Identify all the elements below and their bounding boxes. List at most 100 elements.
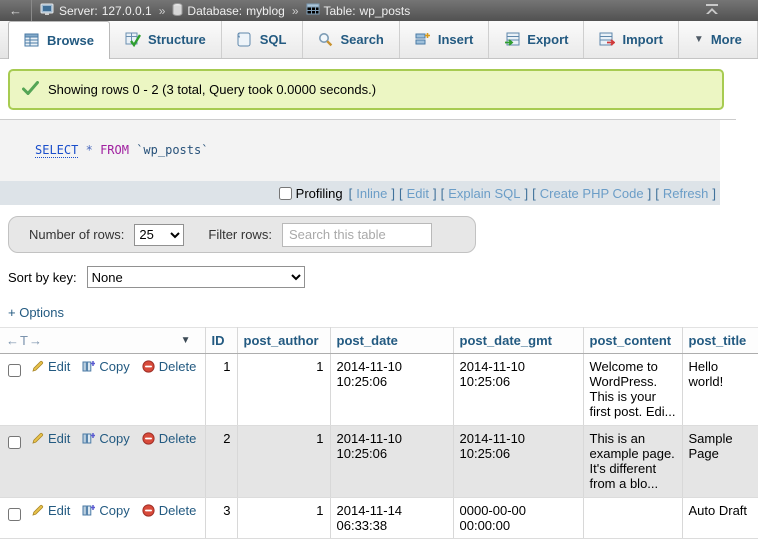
tab-insert[interactable]: Insert	[400, 21, 489, 58]
cell-post-author: 1	[237, 498, 330, 539]
server-link[interactable]: 127.0.0.1	[102, 4, 152, 18]
explain-sql-link[interactable]: Explain SQL	[448, 186, 520, 201]
edit-row-link[interactable]: Edit	[31, 503, 70, 518]
sort-by-key-select[interactable]: None	[87, 266, 305, 288]
copy-row-link[interactable]: Copy	[82, 359, 129, 374]
tab-more[interactable]: ▼ More	[679, 21, 758, 58]
sql-table-identifier: `wp_posts`	[136, 143, 208, 157]
cell-post-author: 1	[237, 426, 330, 498]
bracket: ]	[525, 186, 529, 201]
tab-browse[interactable]: Browse	[8, 21, 110, 59]
cell-id: 1	[205, 354, 237, 426]
sort-caret-icon[interactable]: ▼	[181, 335, 191, 346]
copy-icon	[82, 360, 95, 373]
tab-more-label: More	[711, 32, 742, 47]
tab-search[interactable]: Search	[303, 21, 400, 58]
breadcrumb-bar: ← Server: 127.0.0.1 » Database: myblog »…	[0, 0, 758, 21]
cell-post-title: Auto Draft	[682, 498, 758, 539]
collapse-top-icon[interactable]	[704, 3, 720, 19]
row-checkbox[interactable]	[8, 436, 21, 449]
transpose-options-icon[interactable]: ←T→	[6, 333, 43, 348]
tab-sql[interactable]: SQL	[222, 21, 303, 58]
column-header-post-author[interactable]: post_author	[237, 328, 330, 354]
sql-keyword-select[interactable]: SELECT	[35, 143, 78, 158]
delete-icon	[142, 504, 155, 517]
tab-structure[interactable]: Structure	[110, 21, 222, 58]
tab-sql-label: SQL	[260, 32, 287, 47]
tab-export[interactable]: Export	[489, 21, 584, 58]
options-toggle-link[interactable]: + Options	[8, 305, 64, 320]
table-link[interactable]: wp_posts	[360, 4, 411, 18]
tab-export-label: Export	[527, 32, 568, 47]
bracket: [	[349, 186, 353, 201]
column-header-post-date[interactable]: post_date	[330, 328, 453, 354]
copy-row-link[interactable]: Copy	[82, 503, 129, 518]
browse-icon	[24, 33, 40, 49]
actions-header-cell: ←T→ ▼	[0, 328, 205, 354]
copy-icon	[82, 504, 95, 517]
row-actions-cell: Edit Copy Delete	[0, 354, 205, 426]
column-header-post-title[interactable]: post_title	[682, 328, 758, 354]
cell-post-date-gmt: 2014-11-10 10:25:06	[453, 426, 583, 498]
profiling-checkbox[interactable]	[279, 187, 292, 200]
cell-post-date: 2014-11-14 06:33:38	[330, 498, 453, 539]
delete-row-link[interactable]: Delete	[142, 359, 197, 374]
cell-post-title: Hello world!	[682, 354, 758, 426]
cell-post-content	[583, 498, 682, 539]
breadcrumb: Server: 127.0.0.1 » Database: myblog » T…	[40, 3, 410, 19]
delete-row-link[interactable]: Delete	[142, 503, 197, 518]
copy-icon	[82, 432, 95, 445]
create-php-code-link[interactable]: Create PHP Code	[540, 186, 644, 201]
profiling-label: Profiling	[296, 186, 343, 201]
copy-row-link[interactable]: Copy	[82, 431, 129, 446]
cell-post-content: This is an example page. It's different …	[583, 426, 682, 498]
results-table: ←T→ ▼ ID post_author post_date post_date…	[0, 327, 758, 539]
bracket: ]	[648, 186, 652, 201]
success-message: Showing rows 0 - 2 (3 total, Query took …	[8, 69, 724, 110]
table-row: Edit Copy Delete 2 1 2014-11-10 10:25:06…	[0, 426, 758, 498]
back-arrow-button[interactable]: ←	[0, 0, 32, 21]
cell-id: 2	[205, 426, 237, 498]
table-row: Edit Copy Delete 1 1 2014-11-10 10:25:06…	[0, 354, 758, 426]
tab-browse-label: Browse	[47, 33, 94, 48]
column-header-post-content[interactable]: post_content	[583, 328, 682, 354]
breadcrumb-database: Database: myblog	[172, 3, 284, 19]
row-checkbox[interactable]	[8, 508, 21, 521]
edit-row-link[interactable]: Edit	[31, 359, 70, 374]
column-header-post-date-gmt[interactable]: post_date_gmt	[453, 328, 583, 354]
import-icon	[599, 32, 615, 48]
tab-insert-label: Insert	[438, 32, 473, 47]
number-of-rows-label: Number of rows:	[29, 227, 124, 242]
delete-row-link[interactable]: Delete	[142, 431, 197, 446]
sql-star: *	[86, 143, 93, 157]
bracket: ]	[433, 186, 437, 201]
row-checkbox[interactable]	[8, 364, 21, 377]
tab-structure-label: Structure	[148, 32, 206, 47]
refresh-link[interactable]: Refresh	[663, 186, 709, 201]
cell-id: 3	[205, 498, 237, 539]
table-row: Edit Copy Delete 3 1 2014-11-14 06:33:38…	[0, 498, 758, 539]
cell-post-author: 1	[237, 354, 330, 426]
column-header-id[interactable]: ID	[205, 328, 237, 354]
number-of-rows-select[interactable]: 25	[134, 224, 184, 246]
edit-query-link[interactable]: Edit	[407, 186, 429, 201]
delete-icon	[142, 432, 155, 445]
cell-post-date-gmt: 0000-00-00 00:00:00	[453, 498, 583, 539]
query-toolbar: Profiling [ Inline ] [ Edit ] [ Explain …	[0, 181, 720, 205]
sql-icon	[237, 32, 253, 48]
edit-row-link[interactable]: Edit	[31, 431, 70, 446]
breadcrumb-separator: »	[159, 4, 166, 18]
rows-controls-bar: Number of rows: 25 Filter rows:	[8, 216, 476, 253]
tab-import[interactable]: Import	[584, 21, 678, 58]
tab-search-label: Search	[341, 32, 384, 47]
success-check-icon	[22, 81, 39, 98]
chevron-down-icon: ▼	[694, 34, 704, 45]
server-label: Server:	[59, 4, 98, 18]
database-link[interactable]: myblog	[246, 4, 285, 18]
filter-rows-input[interactable]	[282, 223, 432, 247]
bracket: [	[441, 186, 445, 201]
sql-query-box: SELECT * FROM `wp_posts`	[0, 120, 720, 181]
database-icon	[172, 3, 183, 19]
row-actions-cell: Edit Copy Delete	[0, 498, 205, 539]
inline-link[interactable]: Inline	[356, 186, 387, 201]
